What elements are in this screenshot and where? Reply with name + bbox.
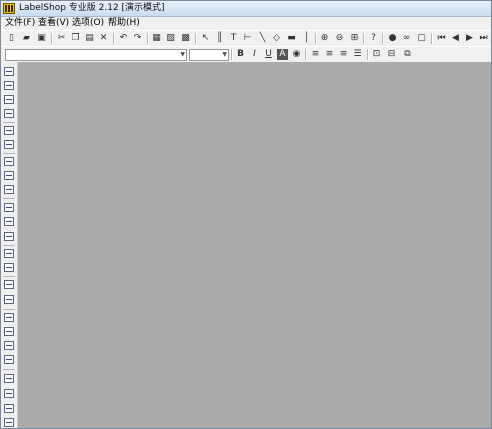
arrange-icon[interactable]: ⧉	[402, 49, 413, 60]
help-icon[interactable]: ?	[368, 33, 379, 44]
format-toolbar: ▼ ▼ B I U A ◉ ≡ ≡ ≡ ☰ ⊡ ⊟ ⧉	[1, 46, 491, 63]
main-toolbar: ▯ ▰ ▣ ✂ ❐ ▤ ✕ ↶ ↷ ▦ ▧ ▩ ↖ ║ T ⊢ ╲ ◇ ▬ │ …	[1, 30, 491, 47]
ungroup-icon[interactable]: ⊟	[386, 49, 397, 60]
font-effect-icon[interactable]: ◉	[291, 49, 302, 60]
select-arrow-icon[interactable]: ↖	[200, 33, 211, 44]
lock-object-icon[interactable]	[4, 389, 14, 398]
object-properties-icon[interactable]	[4, 374, 14, 383]
zoom-in-icon[interactable]: ⊕	[319, 33, 330, 44]
italic-icon[interactable]: I	[249, 49, 260, 60]
app-window: LabelShop 专业版 2.12 [演示模式] 文件(F) 查看(V) 选项…	[0, 0, 492, 429]
align-right-edges-icon[interactable]	[4, 95, 14, 104]
center-horizontal-icon[interactable]	[4, 126, 14, 135]
align-left-edges-icon[interactable]	[4, 67, 14, 76]
zoom-out-icon[interactable]: ⊖	[334, 33, 345, 44]
shape-icon[interactable]: ◇	[271, 33, 282, 44]
first-record-icon[interactable]: ⏮	[436, 33, 447, 44]
open-folder-icon[interactable]: ▰	[21, 33, 32, 44]
line-icon[interactable]: ⊢	[242, 33, 253, 44]
align-center-icon[interactable]: ≡	[324, 49, 335, 60]
database-icon[interactable]: ●	[387, 33, 398, 44]
space-horizontal-icon[interactable]	[4, 157, 14, 166]
group-icon[interactable]: ⊡	[371, 49, 382, 60]
menu-options[interactable]: 选项(O)	[72, 17, 104, 30]
delete-icon[interactable]: ✕	[98, 33, 109, 44]
menu-help[interactable]: 帮助(H)	[108, 17, 140, 30]
print-preview-icon[interactable]: ▧	[165, 33, 176, 44]
label-setup-icon[interactable]: ▦	[151, 33, 162, 44]
design-canvas[interactable]	[18, 62, 491, 428]
paste-icon[interactable]: ▤	[84, 33, 95, 44]
cut-icon[interactable]: ✂	[56, 33, 67, 44]
undo-icon[interactable]: ↶	[118, 33, 129, 44]
menu-file[interactable]: 文件(F)	[5, 17, 35, 30]
stretch-horizontal-icon[interactable]	[4, 280, 14, 289]
next-record-icon[interactable]: ▶	[464, 33, 475, 44]
align-left-icon[interactable]: ≡	[310, 49, 321, 60]
object-list-icon[interactable]	[4, 404, 14, 413]
vertical-line-icon[interactable]: │	[301, 33, 312, 44]
prev-record-icon[interactable]: ◀	[450, 33, 461, 44]
last-record-icon[interactable]: ⏭	[478, 33, 489, 44]
menu-bar: 文件(F) 查看(V) 选项(O) 帮助(H)	[1, 17, 491, 30]
print-icon[interactable]: ▩	[180, 33, 191, 44]
space-vertical-icon[interactable]	[4, 171, 14, 180]
center-page-vertical-icon[interactable]	[4, 263, 14, 272]
title-bar: LabelShop 专业版 2.12 [演示模式]	[1, 1, 491, 17]
send-to-back-icon[interactable]	[4, 327, 14, 336]
window-title: LabelShop 专业版 2.12 [演示模式]	[19, 3, 165, 13]
font-color-icon[interactable]: A	[277, 49, 288, 60]
send-backward-icon[interactable]	[4, 355, 14, 364]
copy-icon[interactable]: ❐	[70, 33, 81, 44]
labelshop-app-icon	[3, 3, 15, 14]
same-width-icon[interactable]	[4, 203, 14, 212]
layer-icon[interactable]	[4, 418, 14, 427]
same-size-icon[interactable]	[4, 232, 14, 241]
redo-icon[interactable]: ↷	[132, 33, 143, 44]
same-height-icon[interactable]	[4, 217, 14, 226]
zoom-fit-icon[interactable]: ⊞	[349, 33, 360, 44]
counter-icon[interactable]: ▢	[416, 33, 427, 44]
underline-icon[interactable]: U	[263, 49, 274, 60]
font-name-select[interactable]: ▼	[5, 49, 187, 61]
new-file-icon[interactable]: ▯	[6, 33, 17, 44]
diagonal-line-icon[interactable]: ╲	[257, 33, 268, 44]
justify-icon[interactable]: ☰	[352, 49, 363, 60]
rotate-icon[interactable]	[4, 185, 14, 194]
menu-view[interactable]: 查看(V)	[38, 17, 69, 30]
align-top-edges-icon[interactable]	[4, 81, 14, 90]
align-right-icon[interactable]: ≡	[338, 49, 349, 60]
text-icon[interactable]: T	[228, 33, 239, 44]
bring-to-front-icon[interactable]	[4, 313, 14, 322]
center-vertical-icon[interactable]	[4, 140, 14, 149]
stretch-vertical-icon[interactable]	[4, 295, 14, 304]
bold-icon[interactable]: B	[235, 49, 246, 60]
image-icon[interactable]: ▬	[286, 33, 297, 44]
align-bottom-edges-icon[interactable]	[4, 109, 14, 118]
binoculars-icon[interactable]: ∞	[401, 33, 412, 44]
bring-forward-icon[interactable]	[4, 341, 14, 350]
font-size-select[interactable]: ▼	[189, 49, 229, 61]
save-icon[interactable]: ▣	[36, 33, 47, 44]
center-page-horizontal-icon[interactable]	[4, 249, 14, 258]
alignment-toolbar	[1, 62, 18, 428]
barcode-icon[interactable]: ║	[214, 33, 225, 44]
